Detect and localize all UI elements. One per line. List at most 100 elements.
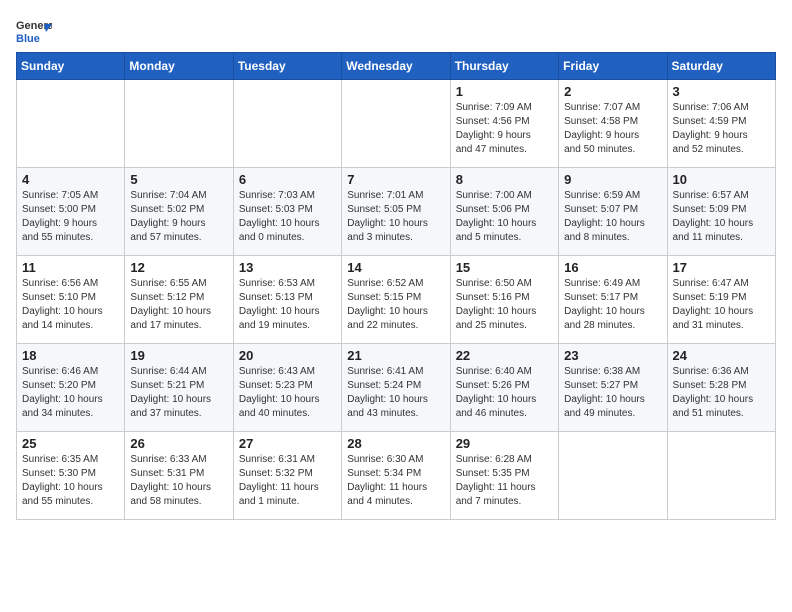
day-number: 29 bbox=[456, 436, 553, 451]
week-row-3: 11 Sunrise: 6:56 AM Sunset: 5:10 PM Dayli… bbox=[17, 256, 776, 344]
day-number: 21 bbox=[347, 348, 444, 363]
day-cell: 2 Sunrise: 7:07 AM Sunset: 4:58 PM Daylig… bbox=[559, 80, 667, 168]
day-info: Sunrise: 6:35 AM Sunset: 5:30 PM Dayligh… bbox=[22, 453, 119, 509]
day-number: 24 bbox=[673, 348, 770, 363]
day-info: Sunrise: 6:28 AM Sunset: 5:35 PM Dayligh… bbox=[456, 453, 553, 509]
day-info: Sunrise: 6:56 AM Sunset: 5:10 PM Dayligh… bbox=[22, 277, 119, 333]
day-cell: 23 Sunrise: 6:38 AM Sunset: 5:27 PM Dayli… bbox=[559, 344, 667, 432]
day-info: Sunrise: 7:03 AM Sunset: 5:03 PM Dayligh… bbox=[239, 189, 336, 245]
week-row-1: 1 Sunrise: 7:09 AM Sunset: 4:56 PM Daylig… bbox=[17, 80, 776, 168]
day-number: 23 bbox=[564, 348, 661, 363]
svg-text:Blue: Blue bbox=[16, 33, 40, 44]
day-info: Sunrise: 7:09 AM Sunset: 4:56 PM Dayligh… bbox=[456, 101, 553, 157]
day-info: Sunrise: 6:33 AM Sunset: 5:31 PM Dayligh… bbox=[130, 453, 227, 509]
day-info: Sunrise: 6:30 AM Sunset: 5:34 PM Dayligh… bbox=[347, 453, 444, 509]
day-cell bbox=[559, 432, 667, 520]
day-number: 7 bbox=[347, 172, 444, 187]
day-number: 5 bbox=[130, 172, 227, 187]
day-number: 16 bbox=[564, 260, 661, 275]
day-cell: 20 Sunrise: 6:43 AM Sunset: 5:23 PM Dayli… bbox=[233, 344, 341, 432]
day-info: Sunrise: 6:59 AM Sunset: 5:07 PM Dayligh… bbox=[564, 189, 661, 245]
day-number: 22 bbox=[456, 348, 553, 363]
day-number: 6 bbox=[239, 172, 336, 187]
day-cell: 19 Sunrise: 6:44 AM Sunset: 5:21 PM Dayli… bbox=[125, 344, 233, 432]
day-number: 1 bbox=[456, 84, 553, 99]
day-cell bbox=[667, 432, 775, 520]
day-cell: 26 Sunrise: 6:33 AM Sunset: 5:31 PM Dayli… bbox=[125, 432, 233, 520]
day-number: 20 bbox=[239, 348, 336, 363]
day-cell: 22 Sunrise: 6:40 AM Sunset: 5:26 PM Dayli… bbox=[450, 344, 558, 432]
day-number: 27 bbox=[239, 436, 336, 451]
day-info: Sunrise: 6:49 AM Sunset: 5:17 PM Dayligh… bbox=[564, 277, 661, 333]
day-cell: 7 Sunrise: 7:01 AM Sunset: 5:05 PM Daylig… bbox=[342, 168, 450, 256]
calendar-table: SundayMondayTuesdayWednesdayThursdayFrid… bbox=[16, 52, 776, 520]
day-cell: 25 Sunrise: 6:35 AM Sunset: 5:30 PM Dayli… bbox=[17, 432, 125, 520]
col-header-saturday: Saturday bbox=[667, 53, 775, 80]
header: General Blue bbox=[16, 16, 776, 44]
day-info: Sunrise: 7:05 AM Sunset: 5:00 PM Dayligh… bbox=[22, 189, 119, 245]
day-cell bbox=[342, 80, 450, 168]
day-info: Sunrise: 7:07 AM Sunset: 4:58 PM Dayligh… bbox=[564, 101, 661, 157]
day-info: Sunrise: 6:40 AM Sunset: 5:26 PM Dayligh… bbox=[456, 365, 553, 421]
day-cell: 10 Sunrise: 6:57 AM Sunset: 5:09 PM Dayli… bbox=[667, 168, 775, 256]
day-cell: 27 Sunrise: 6:31 AM Sunset: 5:32 PM Dayli… bbox=[233, 432, 341, 520]
day-info: Sunrise: 6:44 AM Sunset: 5:21 PM Dayligh… bbox=[130, 365, 227, 421]
day-number: 15 bbox=[456, 260, 553, 275]
day-number: 2 bbox=[564, 84, 661, 99]
day-cell: 11 Sunrise: 6:56 AM Sunset: 5:10 PM Dayli… bbox=[17, 256, 125, 344]
day-info: Sunrise: 6:50 AM Sunset: 5:16 PM Dayligh… bbox=[456, 277, 553, 333]
col-header-sunday: Sunday bbox=[17, 53, 125, 80]
day-number: 13 bbox=[239, 260, 336, 275]
day-cell: 21Sunrise: 6:41 AM Sunset: 5:24 PM Dayli… bbox=[342, 344, 450, 432]
day-number: 3 bbox=[673, 84, 770, 99]
day-cell: 12 Sunrise: 6:55 AM Sunset: 5:12 PM Dayli… bbox=[125, 256, 233, 344]
day-info: Sunrise: 7:06 AM Sunset: 4:59 PM Dayligh… bbox=[673, 101, 770, 157]
day-cell: 16 Sunrise: 6:49 AM Sunset: 5:17 PM Dayli… bbox=[559, 256, 667, 344]
day-info: Sunrise: 6:38 AM Sunset: 5:27 PM Dayligh… bbox=[564, 365, 661, 421]
day-info: Sunrise: 6:46 AM Sunset: 5:20 PM Dayligh… bbox=[22, 365, 119, 421]
day-number: 14 bbox=[347, 260, 444, 275]
week-row-4: 18 Sunrise: 6:46 AM Sunset: 5:20 PM Dayli… bbox=[17, 344, 776, 432]
day-cell: 6 Sunrise: 7:03 AM Sunset: 5:03 PM Daylig… bbox=[233, 168, 341, 256]
day-number: 8 bbox=[456, 172, 553, 187]
logo: General Blue bbox=[16, 16, 52, 44]
day-info: Sunrise: 6:31 AM Sunset: 5:32 PM Dayligh… bbox=[239, 453, 336, 509]
week-row-5: 25 Sunrise: 6:35 AM Sunset: 5:30 PM Dayli… bbox=[17, 432, 776, 520]
day-number: 11 bbox=[22, 260, 119, 275]
day-info: Sunrise: 6:55 AM Sunset: 5:12 PM Dayligh… bbox=[130, 277, 227, 333]
day-cell bbox=[17, 80, 125, 168]
day-info: Sunrise: 6:43 AM Sunset: 5:23 PM Dayligh… bbox=[239, 365, 336, 421]
day-cell: 1 Sunrise: 7:09 AM Sunset: 4:56 PM Daylig… bbox=[450, 80, 558, 168]
day-number: 26 bbox=[130, 436, 227, 451]
day-number: 25 bbox=[22, 436, 119, 451]
day-info: Sunrise: 7:01 AM Sunset: 5:05 PM Dayligh… bbox=[347, 189, 444, 245]
day-number: 10 bbox=[673, 172, 770, 187]
day-info: Sunrise: 6:47 AM Sunset: 5:19 PM Dayligh… bbox=[673, 277, 770, 333]
day-cell: 15 Sunrise: 6:50 AM Sunset: 5:16 PM Dayli… bbox=[450, 256, 558, 344]
day-cell: 17 Sunrise: 6:47 AM Sunset: 5:19 PM Dayli… bbox=[667, 256, 775, 344]
day-info: Sunrise: 6:53 AM Sunset: 5:13 PM Dayligh… bbox=[239, 277, 336, 333]
day-cell: 28Sunrise: 6:30 AM Sunset: 5:34 PM Dayli… bbox=[342, 432, 450, 520]
day-info: Sunrise: 6:52 AM Sunset: 5:15 PM Dayligh… bbox=[347, 277, 444, 333]
day-number: 17 bbox=[673, 260, 770, 275]
col-header-monday: Monday bbox=[125, 53, 233, 80]
day-number: 19 bbox=[130, 348, 227, 363]
day-cell: 8 Sunrise: 7:00 AM Sunset: 5:06 PM Daylig… bbox=[450, 168, 558, 256]
day-number: 4 bbox=[22, 172, 119, 187]
day-cell: 24Sunrise: 6:36 AM Sunset: 5:28 PM Dayli… bbox=[667, 344, 775, 432]
day-info: Sunrise: 6:57 AM Sunset: 5:09 PM Dayligh… bbox=[673, 189, 770, 245]
col-header-tuesday: Tuesday bbox=[233, 53, 341, 80]
day-cell: 5 Sunrise: 7:04 AM Sunset: 5:02 PM Daylig… bbox=[125, 168, 233, 256]
day-cell: 9 Sunrise: 6:59 AM Sunset: 5:07 PM Daylig… bbox=[559, 168, 667, 256]
day-number: 12 bbox=[130, 260, 227, 275]
day-cell: 4 Sunrise: 7:05 AM Sunset: 5:00 PM Daylig… bbox=[17, 168, 125, 256]
day-cell: 18 Sunrise: 6:46 AM Sunset: 5:20 PM Dayli… bbox=[17, 344, 125, 432]
day-cell: 14 Sunrise: 6:52 AM Sunset: 5:15 PM Dayli… bbox=[342, 256, 450, 344]
day-info: Sunrise: 7:04 AM Sunset: 5:02 PM Dayligh… bbox=[130, 189, 227, 245]
logo-icon: General Blue bbox=[16, 16, 52, 44]
day-number: 9 bbox=[564, 172, 661, 187]
day-cell: 13 Sunrise: 6:53 AM Sunset: 5:13 PM Dayli… bbox=[233, 256, 341, 344]
day-info: Sunrise: 7:00 AM Sunset: 5:06 PM Dayligh… bbox=[456, 189, 553, 245]
day-cell: 29 Sunrise: 6:28 AM Sunset: 5:35 PM Dayli… bbox=[450, 432, 558, 520]
day-number: 18 bbox=[22, 348, 119, 363]
